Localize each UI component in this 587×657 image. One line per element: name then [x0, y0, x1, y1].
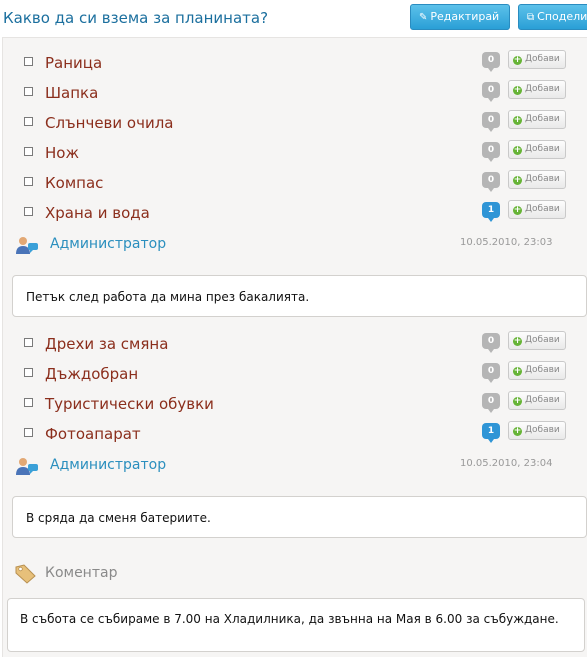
item-label[interactable]: Храна и вода: [45, 204, 150, 222]
plus-icon: +: [513, 145, 522, 155]
plus-icon: +: [513, 55, 522, 65]
add-button[interactable]: + Добави: [508, 391, 566, 410]
item-label[interactable]: Шапка: [45, 84, 98, 102]
item-checkbox[interactable]: [24, 87, 33, 96]
add-button-label: Добави: [525, 144, 560, 154]
author-row: Администратор 10.05.2010, 23:04: [3, 453, 587, 481]
add-button-label: Добави: [525, 84, 560, 94]
count-badge: 0: [482, 112, 500, 132]
share-icon: ⧉: [527, 12, 535, 23]
author-name[interactable]: Администратор: [50, 236, 166, 252]
plus-icon: +: [513, 426, 522, 436]
item-checkbox[interactable]: [24, 428, 33, 437]
add-button-label: Добави: [525, 54, 560, 64]
list-item: Раница 0 + Добави: [3, 48, 587, 78]
add-button[interactable]: + Добави: [508, 80, 566, 99]
list-item: Фотоапарат 1 + Добави: [3, 419, 587, 449]
comment-header: Коментар: [3, 558, 587, 588]
item-checkbox[interactable]: [24, 177, 33, 186]
item-label[interactable]: Дъждобран: [45, 365, 138, 383]
add-button[interactable]: + Добави: [508, 110, 566, 129]
page-header: Какво да си взема за планината? ✎ Редакти…: [0, 0, 587, 36]
tag-icon: [15, 564, 36, 584]
list-panel: Раница 0 + Добави Шапка 0 + Добави Слънчев…: [2, 37, 587, 657]
add-button[interactable]: + Добави: [508, 170, 566, 189]
item-checkbox[interactable]: [24, 57, 33, 66]
user-comment-icon: [16, 237, 38, 254]
item-checkbox[interactable]: [24, 117, 33, 126]
add-button[interactable]: + Добави: [508, 50, 566, 69]
list-item: Туристически обувки 0 + Добави: [3, 389, 587, 419]
item-checkbox[interactable]: [24, 368, 33, 377]
add-button-label: Добави: [525, 365, 560, 375]
edit-button[interactable]: ✎ Редактирай: [410, 4, 510, 30]
list-item: Храна и вода 1 + Добави: [3, 198, 587, 228]
timestamp: 10.05.2010, 23:04: [460, 458, 553, 469]
item-checkbox[interactable]: [24, 338, 33, 347]
item-checkbox[interactable]: [24, 207, 33, 216]
user-comment-icon: [16, 458, 38, 475]
share-button[interactable]: ⧉ Сподели: [518, 4, 587, 30]
comment-label: Коментар: [45, 565, 118, 581]
plus-icon: +: [513, 175, 522, 185]
item-label[interactable]: Дрехи за смяна: [45, 335, 168, 353]
list-item: Дрехи за смяна 0 + Добави: [3, 329, 587, 359]
plus-icon: +: [513, 396, 522, 406]
plus-icon: +: [513, 205, 522, 215]
add-button[interactable]: + Добави: [508, 140, 566, 159]
note-box: В сряда да сменя батериите.: [12, 496, 587, 538]
author-row: Администратор 10.05.2010, 23:03: [3, 232, 587, 260]
list-item: Нож 0 + Добави: [3, 138, 587, 168]
item-checkbox[interactable]: [24, 147, 33, 156]
add-button-label: Добави: [525, 335, 560, 345]
author-name[interactable]: Администратор: [50, 457, 166, 473]
edit-button-label: Редактирай: [430, 10, 500, 23]
count-badge: 0: [482, 393, 500, 413]
item-label[interactable]: Раница: [45, 54, 102, 72]
note-box: Петък след работа да мина през бакалията…: [12, 275, 587, 317]
list-item: Компас 0 + Добави: [3, 168, 587, 198]
add-button-label: Добави: [525, 114, 560, 124]
page-title: Какво да си взема за планината?: [3, 9, 269, 27]
plus-icon: +: [513, 85, 522, 95]
list-item: Слънчеви очила 0 + Добави: [3, 108, 587, 138]
comment-text: В събота се събираме в 7.00 на Хладилник…: [7, 598, 585, 652]
item-label[interactable]: Нож: [45, 144, 79, 162]
add-button[interactable]: + Добави: [508, 421, 566, 440]
count-badge: 0: [482, 82, 500, 102]
add-button-label: Добави: [525, 204, 560, 214]
count-badge: 0: [482, 363, 500, 383]
item-label[interactable]: Туристически обувки: [45, 395, 214, 413]
item-label[interactable]: Слънчеви очила: [45, 114, 173, 132]
count-badge: 1: [482, 202, 500, 222]
list-item: Дъждобран 0 + Добави: [3, 359, 587, 389]
add-button-label: Добави: [525, 425, 560, 435]
add-button-label: Добави: [525, 395, 560, 405]
share-button-label: Сподели: [537, 10, 587, 23]
plus-icon: +: [513, 336, 522, 346]
count-badge: 0: [482, 172, 500, 192]
add-button[interactable]: + Добави: [508, 331, 566, 350]
add-button-label: Добави: [525, 174, 560, 184]
item-label[interactable]: Компас: [45, 174, 103, 192]
add-button[interactable]: + Добави: [508, 361, 566, 380]
count-badge: 0: [482, 142, 500, 162]
plus-icon: +: [513, 366, 522, 376]
pencil-icon: ✎: [419, 12, 428, 23]
add-button[interactable]: + Добави: [508, 200, 566, 219]
list-item: Шапка 0 + Добави: [3, 78, 587, 108]
plus-icon: +: [513, 115, 522, 125]
count-badge: 0: [482, 333, 500, 353]
timestamp: 10.05.2010, 23:03: [460, 237, 553, 248]
count-badge: 1: [482, 423, 500, 443]
item-label[interactable]: Фотоапарат: [45, 425, 141, 443]
count-badge: 0: [482, 52, 500, 72]
item-checkbox[interactable]: [24, 398, 33, 407]
